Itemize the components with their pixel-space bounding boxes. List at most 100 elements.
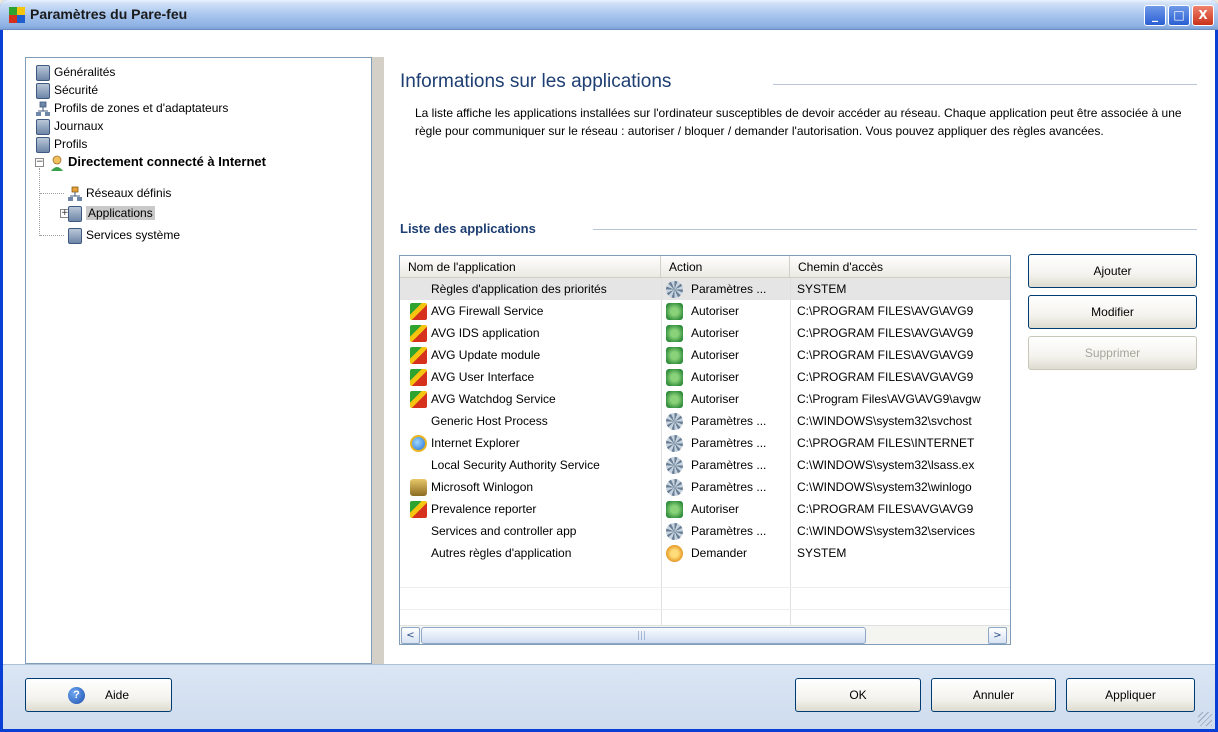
table-row[interactable]: AVG User Interface Autoriser C:\PROGRAM FI… <box>400 366 1010 388</box>
title-bar[interactable]: Paramètres du Pare-feu _ □ X <box>0 0 1218 30</box>
chevron-right-icon: > <box>993 630 1002 641</box>
allow-icon <box>666 325 683 343</box>
table-row[interactable]: Règles d'application des priorités Paramè… <box>400 278 1010 300</box>
app-name-text: AVG Update module <box>431 348 541 362</box>
collapse-icon[interactable]: − <box>35 158 44 167</box>
table-row[interactable]: AVG Watchdog Service Autoriser C:\Program … <box>400 388 1010 410</box>
document-icon <box>36 64 50 81</box>
tree-item-label: Journaux <box>54 119 104 133</box>
title-divider <box>773 84 1197 85</box>
app-name-text: Internet Explorer <box>431 436 520 450</box>
cell-path: C:\PROGRAM FILES\AVG\AVG9 <box>797 348 974 362</box>
minimize-icon: _ <box>1152 8 1158 22</box>
column-header-path[interactable]: Chemin d'accès <box>790 256 1010 278</box>
table-row[interactable]: Services and controller app Paramètres ..… <box>400 520 1010 542</box>
scroll-right-button[interactable]: > <box>988 627 1007 644</box>
action-text: Autoriser <box>691 326 740 340</box>
scrollbar-thumb[interactable]: ||| <box>421 627 866 644</box>
table-row[interactable]: AVG Firewall Service Autoriser C:\PROGRAM … <box>400 300 1010 322</box>
tree-item-applications[interactable]: Applications <box>68 204 155 222</box>
close-icon: X <box>1198 8 1208 22</box>
tree-item-reseaux-definis[interactable]: Réseaux définis <box>68 184 171 202</box>
cell-action[interactable]: Paramètres ... <box>661 278 790 300</box>
action-text: Autoriser <box>691 304 740 318</box>
action-text: Paramètres ... <box>691 414 767 428</box>
app-name-text: Autres règles d'application <box>431 546 572 560</box>
winlogon-icon <box>410 479 427 497</box>
action-text: Paramètres ... <box>691 282 767 296</box>
add-button[interactable]: Ajouter <box>1028 254 1197 288</box>
close-button[interactable]: X <box>1192 5 1214 26</box>
allow-icon <box>666 391 683 409</box>
edit-button[interactable]: Modifier <box>1028 295 1197 329</box>
tree-connector <box>40 235 64 236</box>
tree-item-label: Services système <box>86 228 181 242</box>
tree-item-journaux[interactable]: Journaux <box>36 117 103 135</box>
maximize-button[interactable]: □ <box>1168 5 1190 26</box>
table-row[interactable]: Generic Host Process Paramètres ... C:\WIN… <box>400 410 1010 432</box>
cell-action[interactable]: Autoriser <box>661 498 790 520</box>
action-text: Paramètres ... <box>691 524 767 538</box>
table-row[interactable]: Prevalence reporter Autoriser C:\PROGRAM F… <box>400 498 1010 520</box>
tree-item-profils[interactable]: Profils <box>36 135 87 153</box>
tree-item-directement-connecte[interactable]: Directement connecté à Internet <box>50 153 266 171</box>
gear-icon <box>666 413 683 431</box>
tree-item-profils-zones[interactable]: Profils de zones et d'adaptateurs <box>36 99 228 117</box>
table-row[interactable]: Autres règles d'application Demander SYSTE… <box>400 542 1010 564</box>
tree-item-generalites[interactable]: Généralités <box>36 63 115 81</box>
cell-action[interactable]: Autoriser <box>661 300 790 322</box>
ok-button[interactable]: OK <box>795 678 921 712</box>
scroll-left-button[interactable]: < <box>401 627 420 644</box>
table-row[interactable]: Internet Explorer Paramètres ... C:\PROGRA… <box>400 432 1010 454</box>
column-header-action[interactable]: Action <box>661 256 790 278</box>
cell-action[interactable]: Paramètres ... <box>661 410 790 432</box>
horizontal-scrollbar[interactable]: < ||| > <box>400 625 1010 644</box>
app-name-text: AVG Watchdog Service <box>431 392 556 406</box>
cell-action[interactable]: Autoriser <box>661 322 790 344</box>
cancel-button[interactable]: Annuler <box>931 678 1056 712</box>
list-title-divider <box>593 229 1197 230</box>
settings-tree[interactable]: Généralités Sécurité Profils de zones et… <box>25 57 372 664</box>
cell-action[interactable]: Paramètres ... <box>661 476 790 498</box>
cell-action[interactable]: Demander <box>661 542 790 564</box>
document-icon <box>68 227 82 244</box>
column-header-name[interactable]: Nom de l'application <box>400 256 661 278</box>
cell-action[interactable]: Paramètres ... <box>661 454 790 476</box>
cell-action[interactable]: Autoriser <box>661 388 790 410</box>
cell-action[interactable]: Autoriser <box>661 366 790 388</box>
allow-icon <box>666 347 683 365</box>
tree-item-services-systeme[interactable]: Services système <box>68 226 180 244</box>
allow-icon <box>666 303 683 321</box>
internet-explorer-icon <box>410 435 427 453</box>
applications-table[interactable]: Nom de l'application Action Chemin d'acc… <box>399 255 1011 645</box>
cell-action[interactable]: Paramètres ... <box>661 432 790 454</box>
app-name-text: Local Security Authority Service <box>431 458 600 472</box>
table-row[interactable]: AVG Update module Autoriser C:\PROGRAM FIL… <box>400 344 1010 366</box>
action-text: Demander <box>691 546 748 560</box>
help-button-label: Aide <box>104 688 130 702</box>
minimize-button[interactable]: _ <box>1144 5 1166 26</box>
panel-splitter[interactable] <box>372 57 384 664</box>
app-name-text: AVG Firewall Service <box>431 304 544 318</box>
tree-connector <box>39 168 40 236</box>
cell-action[interactable]: Autoriser <box>661 344 790 366</box>
maximize-icon: □ <box>1173 8 1185 22</box>
app-name-text: Prevalence reporter <box>431 502 537 516</box>
cell-app-name: Règles d'application des priorités <box>400 278 661 300</box>
cell-action[interactable]: Paramètres ... <box>661 520 790 542</box>
action-text: Autoriser <box>691 392 740 406</box>
table-row[interactable]: Local Security Authority Service Paramètr… <box>400 454 1010 476</box>
tree-item-securite[interactable]: Sécurité <box>36 81 98 99</box>
apply-button[interactable]: Appliquer <box>1066 678 1195 712</box>
table-row[interactable]: AVG IDS application Autoriser C:\PROGRAM F… <box>400 322 1010 344</box>
help-button[interactable]: ? Aide <box>25 678 172 712</box>
tree-item-label: Profils <box>54 137 88 151</box>
window-title: Paramètres du Pare-feu <box>30 6 188 22</box>
tree-item-label: Sécurité <box>54 83 99 97</box>
cell-path: C:\PROGRAM FILES\INTERNET <box>797 436 975 450</box>
resize-grip-icon[interactable] <box>1198 712 1212 726</box>
delete-button[interactable]: Supprimer <box>1028 336 1197 370</box>
table-row[interactable]: Microsoft Winlogon Paramètres ... C:\WINDO… <box>400 476 1010 498</box>
user-icon <box>51 155 63 171</box>
avg-logo-icon <box>410 325 427 343</box>
